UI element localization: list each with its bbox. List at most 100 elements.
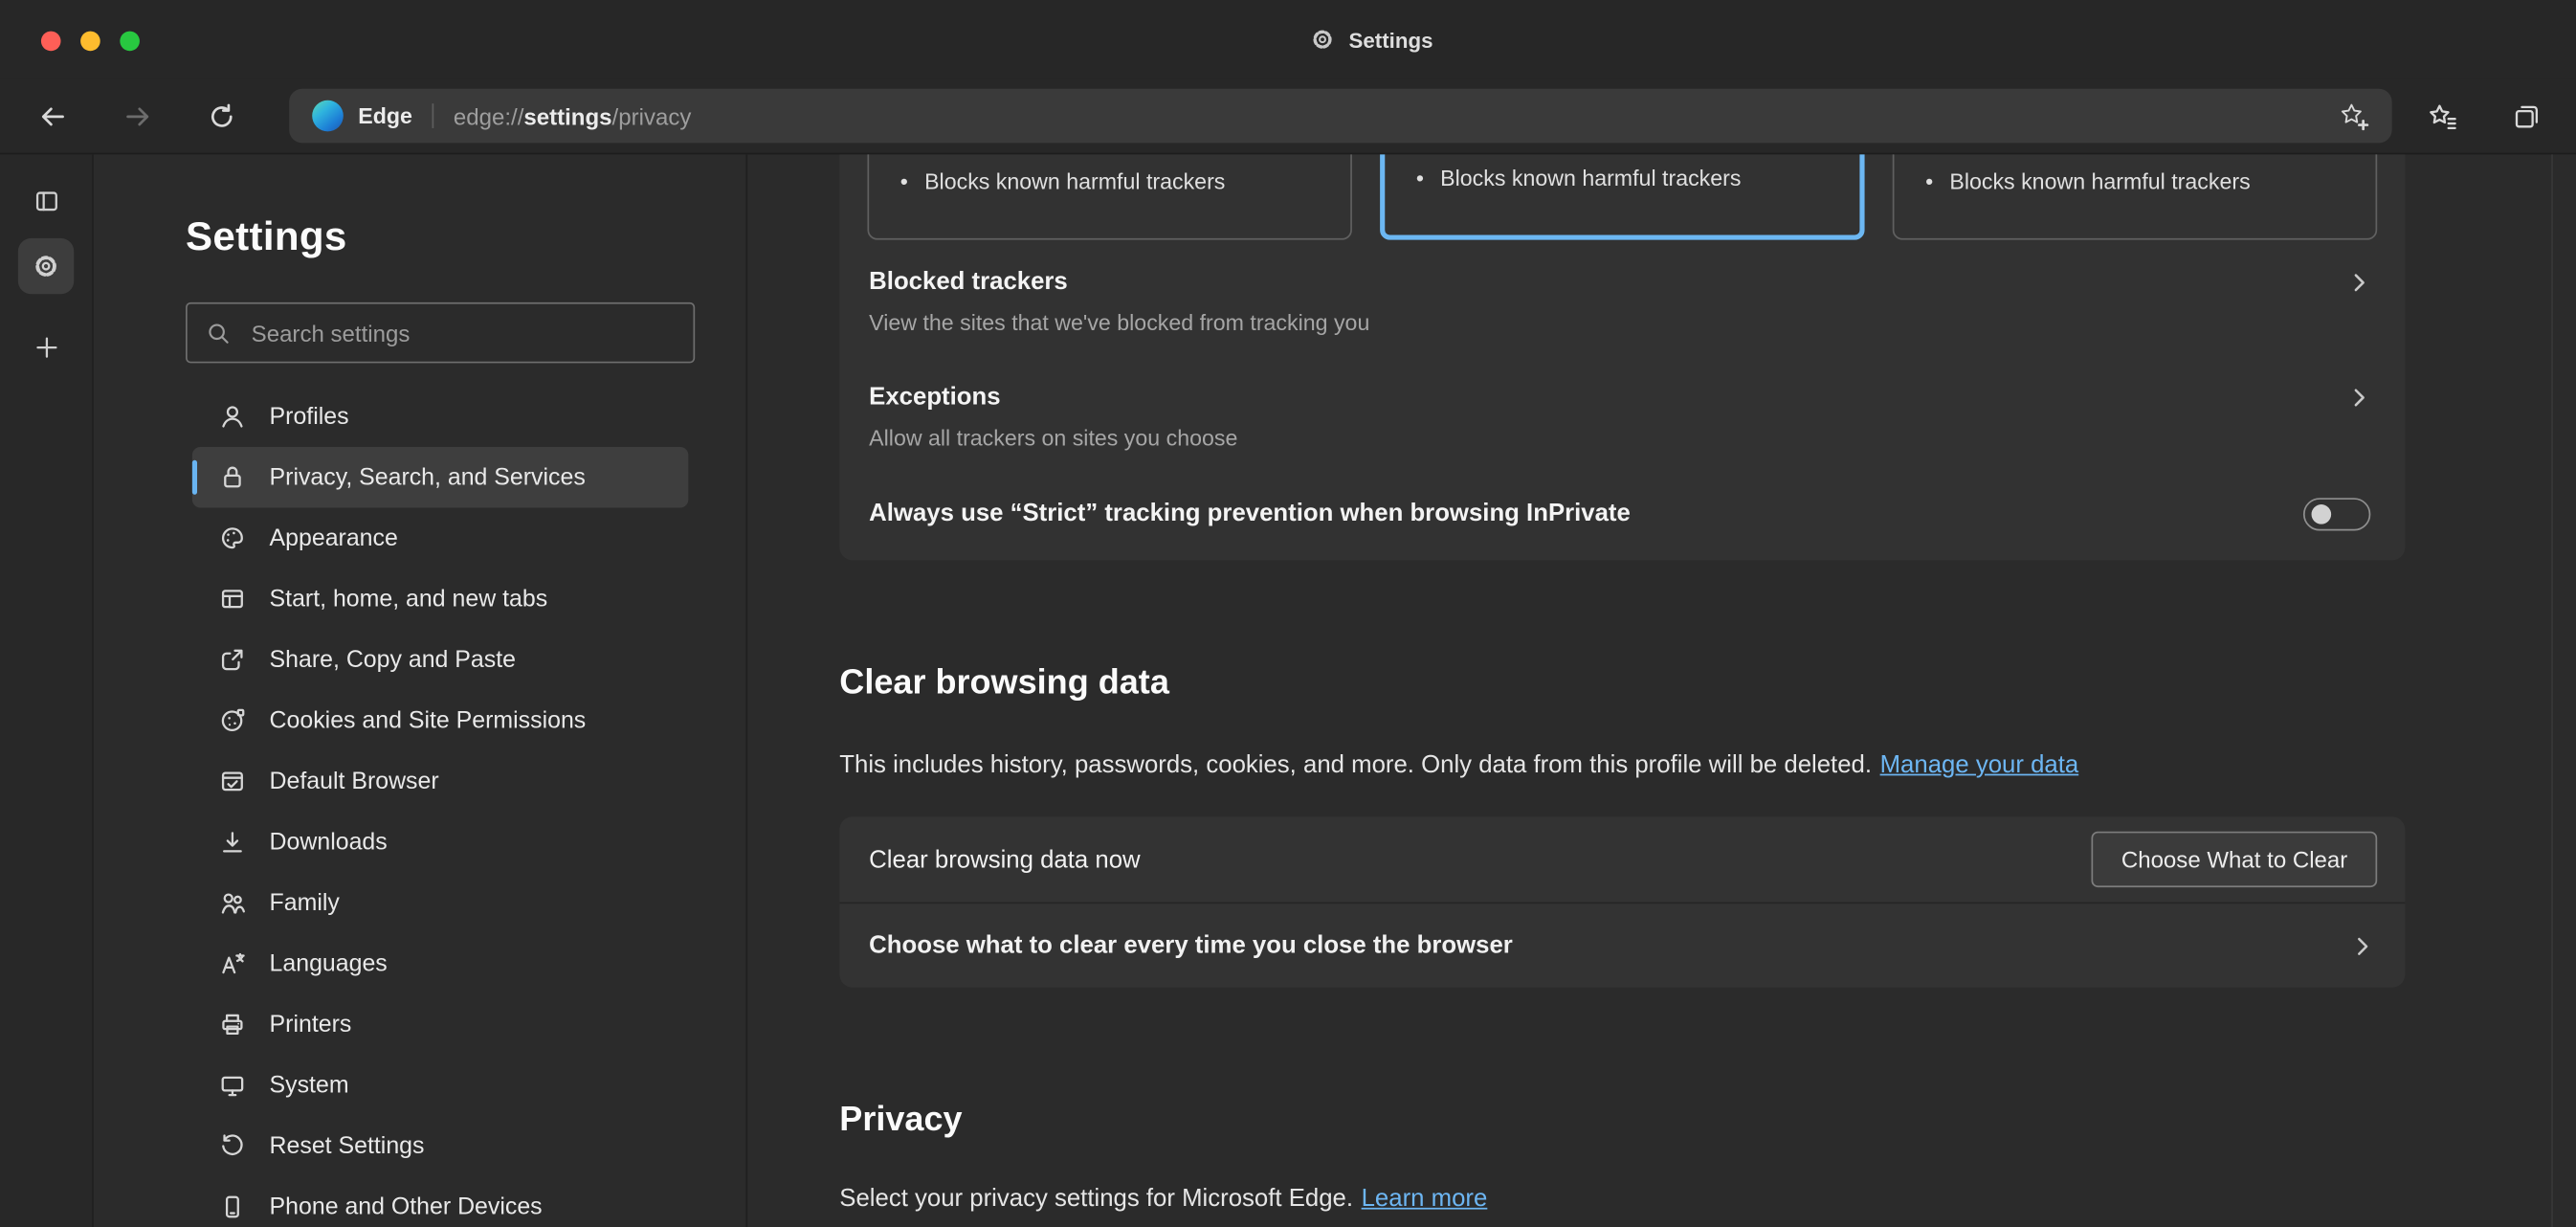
chevron-right-icon — [2346, 385, 2372, 411]
search-icon — [206, 320, 232, 346]
scrollbar[interactable] — [2551, 154, 2576, 1227]
clear-browsing-data-description: This includes history, passwords, cookie… — [839, 751, 2078, 781]
description-text: This includes history, passwords, cookie… — [839, 751, 1872, 779]
refresh-button[interactable] — [202, 97, 241, 136]
phone-icon — [218, 1193, 246, 1220]
row-title: Blocked trackers — [869, 268, 2405, 298]
clear-browsing-data-heading: Clear browsing data — [839, 664, 1169, 703]
printer-icon — [218, 1011, 246, 1038]
people-icon — [218, 889, 246, 917]
sidebar-item-label: Start, home, and new tabs — [270, 586, 548, 612]
download-icon — [218, 828, 246, 856]
chevron-right-icon — [2346, 270, 2372, 296]
sidebar-item-default-browser[interactable]: Default Browser — [192, 751, 688, 813]
sidebar-item-appearance[interactable]: Appearance — [192, 507, 688, 569]
sidebar-item-profiles[interactable]: Profiles — [192, 386, 688, 447]
sidebar-item-printers[interactable]: Printers — [192, 994, 688, 1056]
translate-icon — [218, 949, 246, 977]
edge-logo-icon — [312, 100, 344, 132]
strict-inprivate-toggle[interactable] — [2303, 498, 2370, 530]
settings-sidebar: Settings Profiles Privacy, Search, and S… — [94, 154, 747, 1227]
description-text: Select your privacy settings for Microso… — [839, 1185, 1353, 1213]
sidebar-item-label: Reset Settings — [270, 1133, 425, 1159]
tracking-prevention-card-balanced[interactable]: Blocks known harmful trackers — [1380, 154, 1864, 239]
toggle-knob — [2312, 504, 2332, 524]
choose-what-to-clear-button[interactable]: Choose What to Clear — [2092, 832, 2377, 887]
row-label: Clear browsing data now — [869, 845, 1140, 873]
minimize-button[interactable] — [80, 32, 100, 52]
sidebar-item-label: Family — [270, 890, 340, 916]
sidebar-item-reset-settings[interactable]: Reset Settings — [192, 1116, 688, 1177]
address-bar[interactable]: Edge edge://settings/privacy — [289, 89, 2392, 144]
sidebar-item-system[interactable]: System — [192, 1055, 688, 1116]
sidebar-item-label: Languages — [270, 950, 388, 976]
sidebar-item-label: System — [270, 1072, 349, 1098]
row-title: Exceptions — [869, 383, 2405, 413]
palette-icon — [218, 524, 246, 552]
browser-name: Edge — [358, 103, 412, 128]
sidebar-item-label: Share, Copy and Paste — [270, 647, 516, 673]
strict-inprivate-label: Always use “Strict” tracking prevention … — [869, 500, 1631, 529]
url-text: edge://settings/privacy — [454, 102, 692, 128]
sidebar-item-privacy-search-services[interactable]: Privacy, Search, and Services — [192, 447, 688, 508]
sidebar-item-family[interactable]: Family — [192, 873, 688, 934]
sidebar-item-label: Phone and Other Devices — [270, 1194, 543, 1219]
titlebar: Settings — [0, 0, 2576, 78]
browser-toolbar: Edge edge://settings/privacy — [0, 78, 2576, 154]
learn-more-link[interactable]: Learn more — [1362, 1185, 1488, 1213]
clear-browsing-data-group: Clear browsing data now Choose What to C… — [839, 816, 2405, 988]
sidebar-item-label: Profiles — [270, 403, 349, 429]
collections-button[interactable] — [2507, 97, 2546, 136]
sidebar-item-share-copy-paste[interactable]: Share, Copy and Paste — [192, 630, 688, 691]
lock-icon — [218, 463, 246, 491]
search-input[interactable] — [248, 318, 675, 347]
person-icon — [218, 403, 246, 431]
cookie-icon — [218, 706, 246, 734]
sidebar-item-languages[interactable]: Languages — [192, 933, 688, 994]
edge-settings-window: Settings Edge edge://settings/privacy — [0, 0, 2576, 1227]
card-bullet: Blocks known harmful trackers — [900, 169, 1226, 194]
sidebar-nav: Profiles Privacy, Search, and Services A… — [192, 386, 688, 1227]
exceptions-row[interactable]: Exceptions Allow all trackers on sites y… — [869, 383, 2405, 452]
clear-browsing-data-now-row: Clear browsing data now Choose What to C… — [839, 816, 2405, 902]
card-bullet: Blocks known harmful trackers — [1416, 166, 1742, 190]
window-title: Settings — [1309, 0, 1432, 78]
privacy-heading: Privacy — [839, 1101, 962, 1140]
sidebar-item-label: Appearance — [270, 525, 398, 551]
tracking-prevention-card-strict[interactable]: Blocks known harmful trackers — [1893, 154, 2377, 239]
sidebar-item-start-home-new-tabs[interactable]: Start, home, and new tabs — [192, 569, 688, 630]
sidebar-item-cookies-site-permissions[interactable]: Cookies and Site Permissions — [192, 690, 688, 751]
sidebar-item-label: Default Browser — [270, 769, 439, 794]
left-rail — [0, 154, 94, 1227]
favorites-button[interactable] — [2423, 97, 2462, 136]
clear-on-close-row[interactable]: Choose what to clear every time you clos… — [839, 903, 2405, 988]
add-rail-button[interactable] — [18, 319, 74, 374]
browser-check-icon — [218, 768, 246, 795]
manage-your-data-link[interactable]: Manage your data — [1880, 751, 2079, 779]
settings-gear-icon — [1309, 26, 1335, 52]
address-separator — [433, 103, 434, 128]
layout-icon — [218, 585, 246, 613]
sidebar-panel-button[interactable] — [18, 172, 74, 228]
sidebar-item-label: Cookies and Site Permissions — [270, 707, 587, 733]
chevron-right-icon — [2349, 933, 2375, 959]
sidebar-item-downloads[interactable]: Downloads — [192, 812, 688, 873]
close-button[interactable] — [41, 32, 61, 52]
privacy-description: Select your privacy settings for Microso… — [839, 1185, 1487, 1215]
forward-button[interactable] — [119, 97, 158, 136]
blocked-trackers-row[interactable]: Blocked trackers View the sites that we'… — [869, 268, 2405, 337]
row-subtitle: View the sites that we've blocked from t… — [869, 310, 2405, 336]
settings-content: Blocks known harmful trackers Blocks kno… — [747, 154, 2551, 1227]
add-favorite-button[interactable] — [2340, 101, 2369, 131]
zoom-button[interactable] — [120, 32, 140, 52]
settings-rail-button[interactable] — [18, 238, 74, 294]
monitor-icon — [218, 1071, 246, 1099]
sidebar-item-phone-other-devices[interactable]: Phone and Other Devices — [192, 1176, 688, 1227]
sidebar-item-label: Privacy, Search, and Services — [270, 464, 586, 490]
sidebar-item-label: Printers — [270, 1012, 352, 1037]
back-button[interactable] — [33, 97, 72, 136]
share-icon — [218, 646, 246, 674]
search-box[interactable] — [186, 302, 695, 364]
row-subtitle: Allow all trackers on sites you choose — [869, 426, 2405, 452]
tracking-prevention-card-basic[interactable]: Blocks known harmful trackers — [867, 154, 1351, 239]
